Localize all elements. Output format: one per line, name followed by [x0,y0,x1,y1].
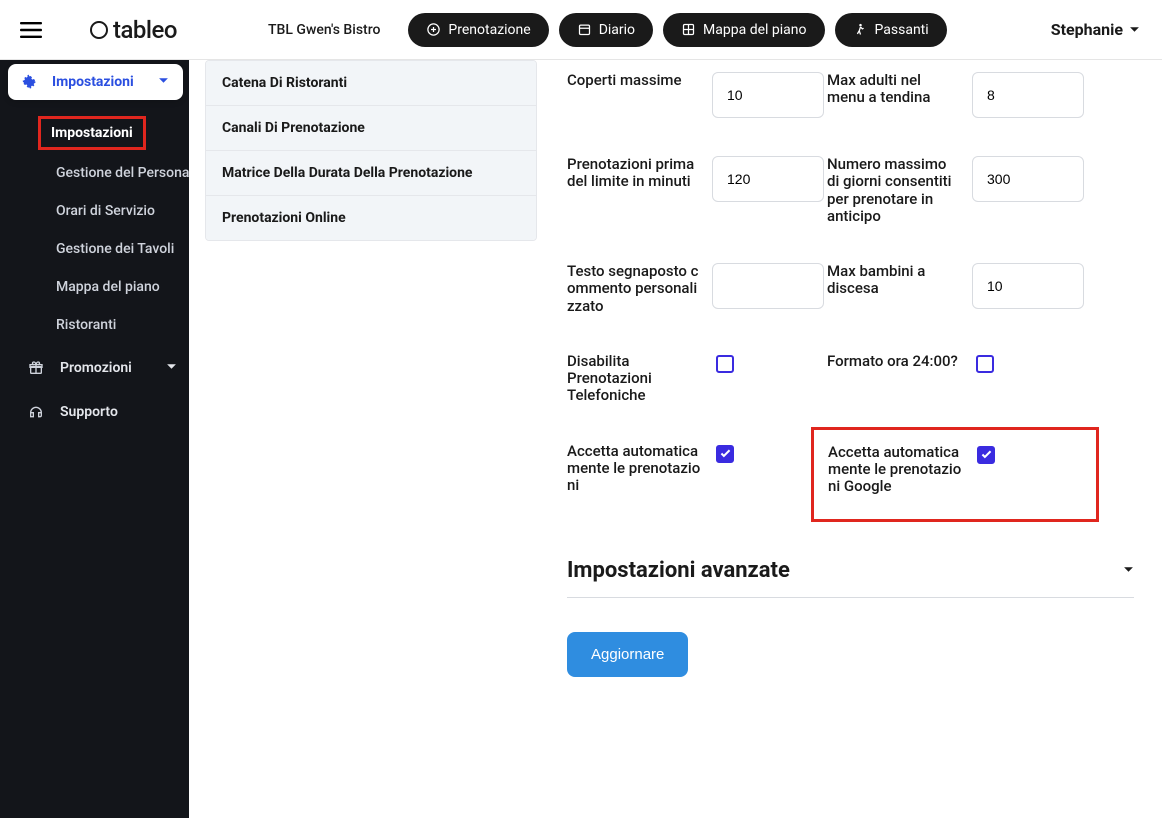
settings-form: Coperti massime Max adulti nel menu a te… [567,72,1134,496]
sidebar-item-staff[interactable]: Gestione del Personale [0,154,189,192]
auto-accept-google-checkbox[interactable] [977,446,995,464]
user-menu[interactable]: Stephanie [1029,20,1162,39]
sidebar-item-hours[interactable]: Orari di Servizio [0,192,189,230]
chevron-down-icon [1129,20,1140,39]
disable-phone-label: Disabilita Prenotazioni Telefoniche [567,353,712,405]
floormap-button[interactable]: Mappa del piano [663,13,824,47]
secnav-channels[interactable]: Canali Di Prenotazione [206,106,536,151]
promotions-label: Promozioni [60,360,132,376]
check-icon [980,448,993,461]
max-adults-input[interactable] [972,72,1084,118]
max-adults-label: Max adulti nel menu a tendina [827,72,972,107]
sidebar-item-floorplan[interactable]: Mappa del piano [0,268,189,306]
max-children-label: Max bambini a discesa [827,263,972,298]
disable-phone-checkbox[interactable] [716,355,734,373]
highlight-box: Impostazioni [38,116,146,150]
hamburger-icon [20,22,42,38]
headset-icon [28,404,44,420]
sidebar-item-tables[interactable]: Gestione dei Tavoli [0,230,189,268]
sidebar-item-restaurants[interactable]: Ristoranti [0,306,189,344]
floormap-label: Mappa del piano [703,22,806,38]
walkins-button[interactable]: Passanti [835,13,947,47]
chevron-down-icon [158,74,169,90]
walk-icon [853,22,868,37]
placeholder-label: Testo segnaposto commento personalizzato [567,263,712,315]
gift-icon [28,360,44,376]
sidebar: Impostazioni Impostazioni Impostazioni G… [0,60,189,818]
update-button[interactable]: Aggiornare [567,632,688,677]
gear-icon [22,74,38,90]
diary-label: Diario [599,22,635,38]
advance-days-label: Numero massimo di giorni consentiti per … [827,156,972,225]
cutoff-input[interactable] [712,156,824,202]
max-covers-input[interactable] [712,72,824,118]
logo[interactable]: tableo [62,16,252,44]
cutoff-label: Prenotazioni prima del limite in minuti [567,156,712,191]
diary-button[interactable]: Diario [559,13,653,47]
max-children-input[interactable] [972,263,1084,309]
settings-chip-label: Impostazioni [52,74,134,90]
sidebar-list: Impostazioni Gestione del Personale Orar… [0,66,189,344]
menu-toggle[interactable] [0,22,62,38]
booking-button[interactable]: Prenotazione [408,13,548,47]
auto-accept-checkbox[interactable] [716,445,734,463]
app-header: tableo TBL Gwen's Bistro Prenotazione Di… [0,0,1162,60]
advanced-heading: Impostazioni avanzate [567,558,790,583]
placeholder-input[interactable] [712,263,824,309]
calendar-icon [577,22,592,37]
secnav-duration[interactable]: Matrice Della Durata Della Prenotazione [206,151,536,196]
secondary-nav: Catena Di Ristoranti Canali Di Prenotazi… [189,60,537,818]
sidebar-promotions[interactable]: Promozioni [0,348,189,388]
restaurant-name: TBL Gwen's Bistro [252,22,396,38]
advanced-settings-toggle[interactable]: Impostazioni avanzate [567,544,1134,598]
walkins-label: Passanti [875,22,929,38]
auto-accept-google-label: Accetta automaticamente le prenotazioni … [828,444,973,496]
check-icon [719,447,732,460]
logo-icon [90,21,108,39]
hour24-checkbox[interactable] [976,355,994,373]
plus-circle-icon [426,22,441,37]
support-label: Supporto [60,404,118,420]
sidebar-settings-chip[interactable]: Impostazioni [8,64,183,100]
highlight-box-google: Accetta automaticamente le prenotazioni … [811,427,1099,523]
chevron-down-icon [166,360,177,376]
map-icon [681,22,696,37]
chevron-down-icon [1123,563,1134,579]
auto-accept-label: Accetta automaticamente le prenotazioni [567,443,712,495]
booking-label: Prenotazione [448,22,530,38]
sidebar-item-settings-highlighted: Impostazioni [51,125,133,141]
header-actions: Prenotazione Diario Mappa del piano Pass… [396,13,958,47]
sidebar-support[interactable]: Supporto [0,392,189,432]
user-name: Stephanie [1051,20,1123,39]
secnav-online[interactable]: Prenotazioni Online [206,196,536,240]
advance-days-input[interactable] [972,156,1084,202]
logo-text: tableo [113,16,177,44]
max-covers-label: Coperti massime [567,72,712,89]
hour24-label: Formato ora 24:00? [827,353,972,370]
secnav-chain[interactable]: Catena Di Ristoranti [206,61,536,106]
main-content: Coperti massime Max adulti nel menu a te… [537,60,1162,818]
